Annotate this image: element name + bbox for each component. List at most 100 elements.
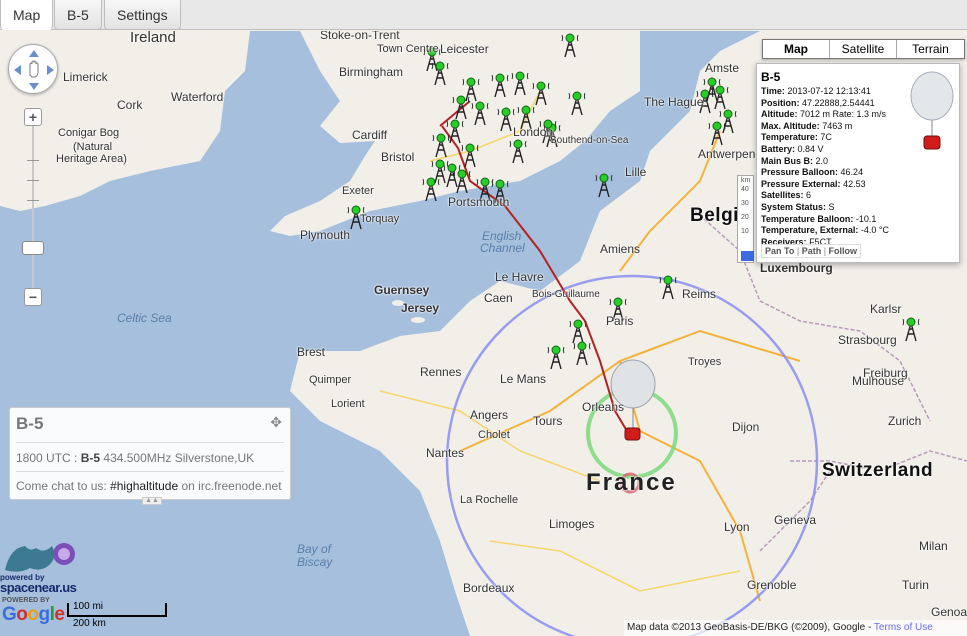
label-bristol: Bristol [381, 150, 415, 164]
label-france: France [586, 469, 677, 496]
google-powered: POWERED BY [2, 597, 50, 604]
label-natural: (Natural [73, 141, 113, 153]
map-type-control: Map Satellite Terrain [762, 39, 965, 59]
label-lorient: Lorient [331, 398, 365, 410]
map-credits: Map data ©2013 GeoBasis-DE/BKG (©2009), … [624, 620, 967, 636]
label-freiburg: Freiburg [863, 366, 908, 380]
label-caen: Caen [484, 291, 513, 305]
zoom-in-button[interactable]: + [24, 108, 42, 126]
info-row-value: 47.22888,2.54441 [802, 97, 875, 108]
label-paris: Paris [606, 314, 634, 328]
info-row-value: S [828, 201, 835, 212]
pan-to-link[interactable]: Pan To [765, 246, 794, 256]
zoom-slider-handle[interactable] [22, 241, 44, 255]
chat-prefix: Come chat to us: [16, 479, 107, 493]
label-la-rochelle: La Rochelle [460, 494, 519, 506]
tab-map[interactable]: Map [0, 0, 54, 30]
label-quimper: Quimper [309, 374, 352, 386]
label-stoke: Stoke-on-Trent [320, 31, 400, 42]
info-row-label: Satellites: [761, 190, 804, 201]
schedule-detail: 434.500MHz Silverstone,UK [103, 451, 255, 465]
path-link[interactable]: Path [802, 246, 822, 256]
altitude-tick: 0 [741, 244, 745, 251]
schedule-name: B-5 [80, 451, 101, 465]
map-type-map[interactable]: Map [763, 40, 830, 58]
label-heritage: Heritage Area) [56, 153, 127, 165]
label-brest: Brest [297, 345, 326, 359]
label-turin: Turin [902, 578, 929, 592]
label-the-hague: The Hague [644, 95, 704, 109]
label-plymouth: Plymouth [300, 228, 351, 242]
label-portsmouth: Portsmouth [448, 195, 510, 209]
label-orleans: Orleans [582, 400, 625, 414]
schedule-line: 1800 UTC : B-5 434.500MHz Silverstone,UK [16, 451, 254, 465]
panel-toggle[interactable]: ▲▲ [142, 497, 162, 505]
info-row-value: 2.0 [815, 155, 829, 166]
google-name: Google [2, 604, 65, 625]
balloon-icon [910, 71, 954, 150]
label-limoges: Limoges [549, 517, 595, 531]
tab-b5[interactable]: B-5 [54, 0, 102, 30]
pan-control[interactable] [8, 44, 58, 94]
info-row-value: 6 [806, 190, 812, 201]
info-row-label: Max. Altitude: [761, 120, 820, 131]
flight-panel: B-5 ✥ 1800 UTC : B-5 434.500MHz Silverst… [9, 407, 291, 505]
label-lyon: Lyon [724, 520, 750, 534]
map-type-satellite[interactable]: Satellite [830, 40, 897, 58]
altitude-tick: 30 [741, 200, 749, 207]
label-tours: Tours [533, 414, 563, 428]
label-birmingham: Birmingham [339, 65, 404, 79]
label-town-centre: Town Centre [377, 43, 439, 55]
zoom-track[interactable] [32, 118, 34, 294]
map-type-terrain[interactable]: Terrain [897, 40, 964, 58]
label-luxembourg: Luxembourg [760, 261, 833, 275]
scale-miles: 100 mi [73, 601, 104, 612]
info-row-value: -10.1 [855, 213, 877, 224]
info-row-label: System Status: [761, 201, 827, 212]
label-milan: Milan [919, 539, 948, 553]
chat-channel[interactable]: #highaltitude [110, 479, 178, 493]
label-reims: Reims [682, 287, 717, 301]
label-nantes: Nantes [426, 446, 465, 460]
label-amsterdam: Amste [705, 61, 740, 75]
follow-link[interactable]: Follow [829, 246, 858, 256]
terms-link[interactable]: Terms of Use [874, 622, 933, 633]
info-row: Pressure Balloon: 46.24 [761, 167, 955, 179]
label-london: London [513, 125, 554, 139]
altitude-tick: 40 [741, 186, 749, 193]
label-karlsruhe: Karlsr [870, 302, 902, 316]
altitude-fill [741, 251, 754, 261]
label-leicester: Leicester [440, 42, 489, 56]
label-guernsey: Guernsey [374, 283, 430, 297]
scale-km: 200 km [73, 618, 106, 629]
label-celtic-sea: Celtic Sea [117, 311, 172, 325]
info-row-value: 42.53 [843, 178, 866, 189]
info-row-value: 0.84 V [797, 143, 824, 154]
altitude-unit: km [741, 177, 751, 184]
info-row-label: Temperature: [761, 132, 818, 143]
info-row: Temperature, External: -4.0 °C [761, 225, 955, 237]
zoom-tick [27, 200, 39, 201]
spacenear-logo[interactable]: powered by spacenear.us [0, 538, 86, 598]
zoom-tick [27, 160, 39, 161]
label-cork: Cork [117, 98, 143, 112]
label-grenoble: Grenoble [747, 578, 797, 592]
info-row-value: -4.0 °C [860, 225, 889, 236]
info-row-label: Temperature Balloon: [761, 213, 854, 224]
info-row: Satellites: 6 [761, 190, 955, 202]
label-antwerp: Antwerpen [698, 147, 756, 161]
label-genoa: Genoa [931, 605, 967, 619]
info-row-value: 7012 m Rate: 1.3 m/s [800, 109, 887, 120]
label-dijon: Dijon [732, 420, 760, 434]
info-row-label: Altitude: [761, 109, 798, 120]
zoom-out-button[interactable]: − [24, 288, 42, 306]
label-angers: Angers [470, 408, 509, 422]
google-logo[interactable]: POWERED BY Google [2, 597, 65, 626]
tab-settings[interactable]: Settings [104, 0, 181, 30]
label-bois-guillaume: Bois-Guillaume [532, 289, 600, 300]
tab-bar: Map B-5 Settings [0, 0, 967, 30]
move-icon[interactable]: ✥ [270, 414, 282, 431]
label-conigar: Conigar Bog [58, 127, 120, 139]
label-bay-1: Bay of [297, 542, 332, 556]
label-southend: Southend-on-Sea [550, 135, 629, 146]
